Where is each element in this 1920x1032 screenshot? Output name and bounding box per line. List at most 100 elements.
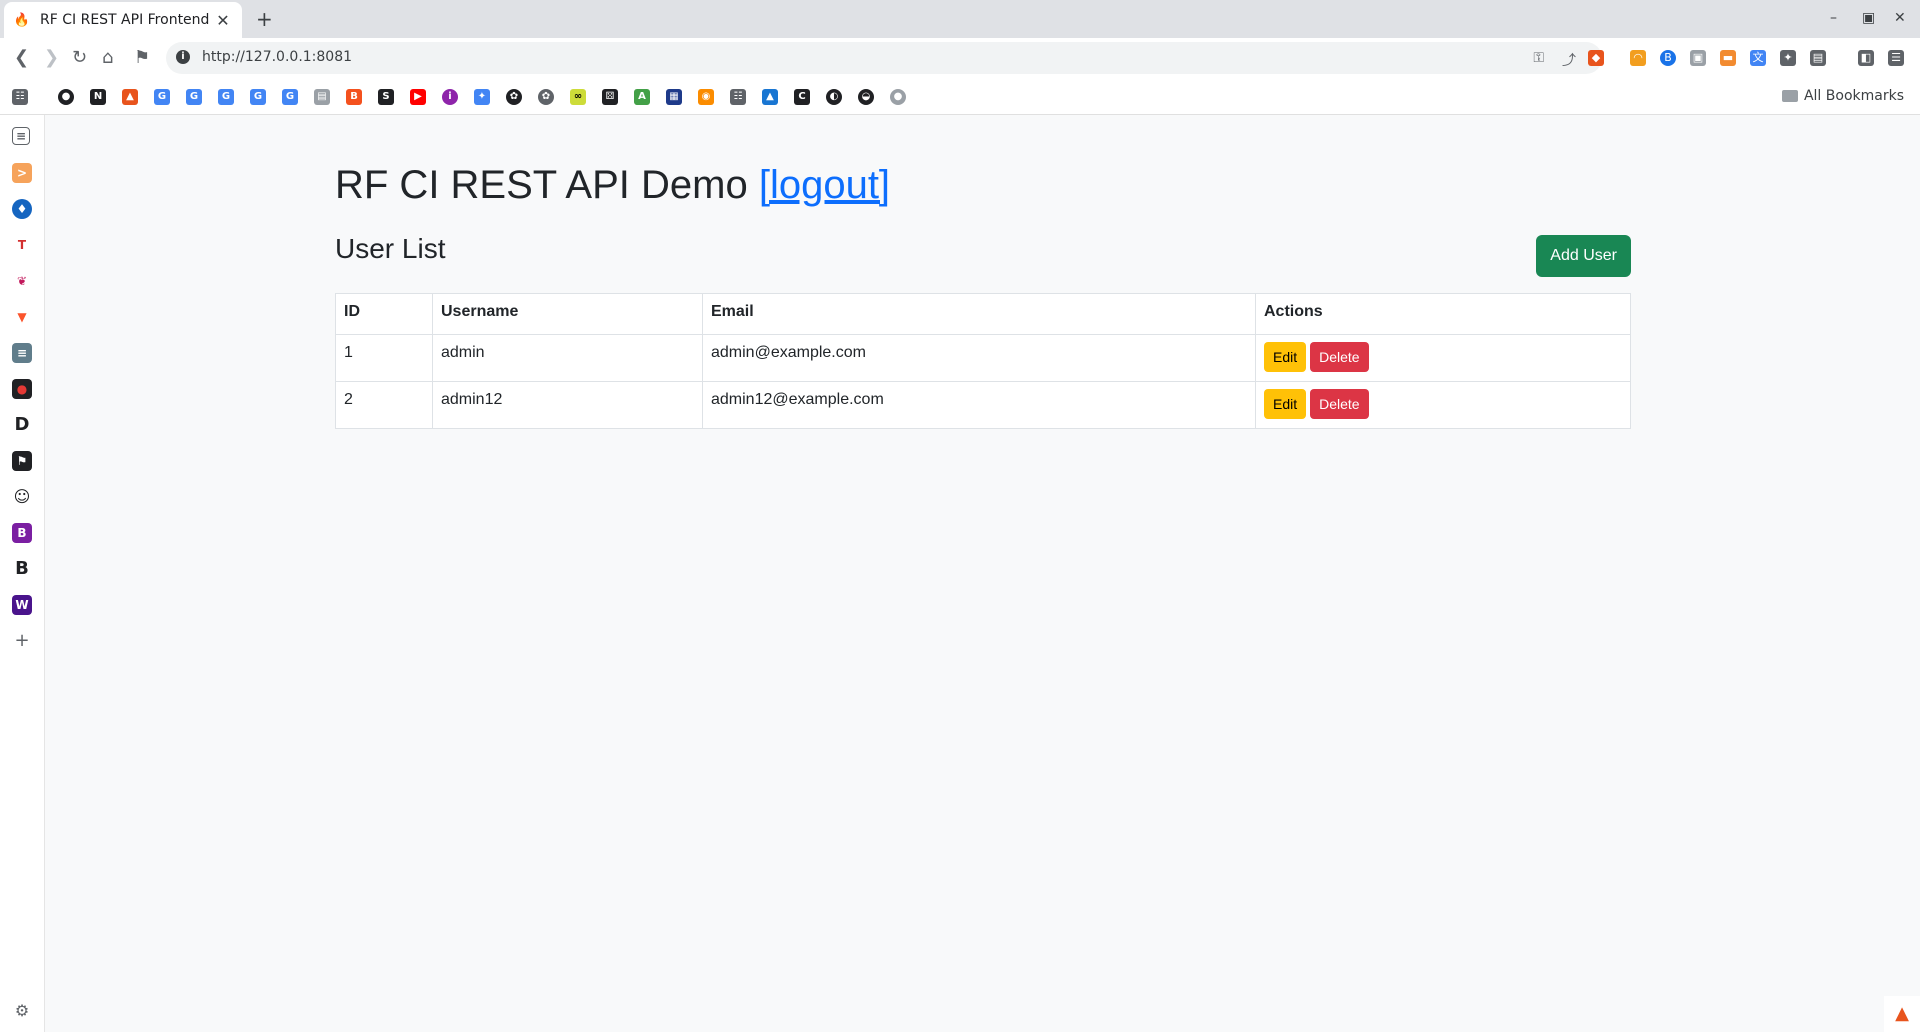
close-tab-icon[interactable]: ✕ — [214, 11, 232, 30]
bookmark-circle-icon[interactable]: ◐ — [826, 89, 842, 105]
cell-id: 2 — [335, 381, 433, 429]
bookmark-android-icon[interactable]: A — [634, 89, 650, 105]
cell-email: admin12@example.com — [702, 381, 1256, 429]
share-icon[interactable]: ⤴ — [1562, 50, 1576, 70]
sidebar-b-icon[interactable]: B — [12, 559, 32, 579]
key-icon[interactable]: ⚿ — [1533, 50, 1544, 66]
bookmark-gemini-icon[interactable]: ✦ — [474, 89, 490, 105]
cell-email: admin@example.com — [702, 334, 1256, 382]
side-panel: ≡ > ♦ T ❦ ▼ ≡ ● D ⚑ ☺ B B W + ⚙ — [0, 115, 45, 1032]
home-icon[interactable]: ⌂ — [102, 48, 113, 68]
bookmark-openai-icon[interactable]: ✿ — [506, 89, 522, 105]
bookmark-google-icon[interactable]: G — [218, 89, 234, 105]
b-extension-icon[interactable]: B — [1660, 50, 1676, 66]
bookmark-doc-icon[interactable]: ▤ — [314, 89, 330, 105]
bookmark-grid-icon[interactable]: ☷ — [730, 89, 746, 105]
menu-icon[interactable]: ☰ — [1888, 50, 1904, 66]
browser-tab-active[interactable]: 🔥 RF CI REST API Frontend ✕ — [4, 2, 242, 38]
page-title: RF CI REST API Demo [logout] — [335, 163, 890, 208]
reading-list-icon[interactable]: ≡ — [12, 127, 30, 145]
bookmark-notion-icon[interactable]: N — [90, 89, 106, 105]
sidebar-dark-icon[interactable]: ⚑ — [12, 451, 32, 471]
bookmark-youtube-icon[interactable]: ▶ — [410, 89, 426, 105]
bookmark-google-icon[interactable]: G — [250, 89, 266, 105]
sidebar-t-icon[interactable]: T — [12, 235, 32, 255]
address-bar[interactable]: i http://127.0.0.1:8081 ⚿ ⤴ — [166, 42, 1602, 74]
bookmarks-bar: ☷ ● N ▲ G G G G G ▤ B S ▶ i ✦ ✿ ✿ ∞ ⚄ A … — [0, 80, 1920, 115]
brave-icon[interactable]: ▼ — [12, 307, 32, 327]
bookmark-sm-icon[interactable]: S — [378, 89, 394, 105]
column-header-email: Email — [702, 293, 1256, 335]
bookmark-google-icon[interactable]: G — [282, 89, 298, 105]
folder-icon — [1781, 90, 1798, 102]
sidebar-w-icon[interactable]: W — [12, 595, 32, 615]
terminal-icon[interactable]: > — [12, 163, 32, 183]
stack-icon[interactable]: ≡ — [12, 343, 32, 363]
brave-shield-icon[interactable]: ◆ — [1588, 50, 1604, 66]
site-info-icon[interactable]: i — [176, 50, 190, 64]
translate-icon[interactable]: 文 — [1750, 50, 1766, 66]
bookmark-grey-icon[interactable]: ● — [890, 89, 906, 105]
delete-button[interactable]: Delete — [1310, 389, 1369, 419]
extensions-icon[interactable]: ✦ — [1780, 50, 1796, 66]
penguin-icon[interactable]: ☺ — [12, 487, 32, 507]
bookmark-google-icon[interactable]: G — [154, 89, 170, 105]
add-panel-icon[interactable]: + — [12, 631, 32, 651]
new-tab-button[interactable]: + — [256, 8, 273, 30]
sidebar-d-icon[interactable]: D — [12, 415, 32, 435]
sidebar-toggle-icon[interactable]: ◧ — [1858, 50, 1874, 66]
apps-grid-icon[interactable]: ☷ — [12, 89, 28, 105]
orange-extension-icon[interactable]: ▬ — [1720, 50, 1736, 66]
minimize-icon[interactable]: – — [1830, 10, 1837, 26]
bookmark-icon[interactable]: ⚑ — [134, 48, 150, 68]
bookmark-b-icon[interactable]: B — [346, 89, 362, 105]
cell-id: 1 — [335, 334, 433, 382]
column-header-username: Username — [432, 293, 703, 335]
logout-link[interactable]: [logout] — [759, 163, 890, 207]
section-title: User List — [335, 233, 446, 264]
tab-title: RF CI REST API Frontend — [40, 12, 210, 28]
table-header-row: ID Username Email Actions — [335, 293, 1631, 335]
delete-button[interactable]: Delete — [1310, 342, 1369, 372]
bookmark-google-icon[interactable]: G — [186, 89, 202, 105]
cell-actions: Edit Delete — [1255, 381, 1631, 429]
bookmark-green-icon[interactable]: ∞ — [570, 89, 586, 105]
bookmark-purple-icon[interactable]: i — [442, 89, 458, 105]
bookmark-globe-icon[interactable]: ● — [58, 89, 74, 105]
back-icon[interactable]: ❮ — [14, 48, 29, 68]
browser-toolbar: ❮ ❯ ↻ ⌂ ⚑ i http://127.0.0.1:8081 ⚿ ⤴ ◆ … — [0, 38, 1920, 80]
settings-gear-icon[interactable]: ⚙ — [12, 1001, 32, 1021]
tab-strip: 🔥 RF CI REST API Frontend ✕ + – ▣ ✕ — [0, 0, 1920, 38]
bookmark-flame-icon[interactable]: ▲ — [122, 89, 138, 105]
bookmark-chatgpt-icon[interactable]: ✿ — [538, 89, 554, 105]
table-row: 1 admin admin@example.com Edit Delete — [335, 334, 1631, 382]
bookmark-blue-icon[interactable]: ▦ — [666, 89, 682, 105]
raspberry-icon[interactable]: ❦ — [12, 271, 32, 291]
bookmark-orange-icon[interactable]: ◉ — [698, 89, 714, 105]
edit-button[interactable]: Edit — [1264, 342, 1307, 372]
url-text[interactable]: http://127.0.0.1:8081 — [202, 49, 352, 65]
bookmark-half-icon[interactable]: ◒ — [858, 89, 874, 105]
wallet-icon[interactable]: ▤ — [1810, 50, 1826, 66]
close-window-icon[interactable]: ✕ — [1894, 10, 1906, 26]
all-bookmarks[interactable]: All Bookmarks — [1781, 88, 1904, 104]
rss-icon[interactable]: ◠ — [1630, 50, 1646, 66]
camera-icon[interactable]: ▣ — [1690, 50, 1706, 66]
maximize-icon[interactable]: ▣ — [1862, 10, 1875, 26]
reload-icon[interactable]: ↻ — [72, 48, 87, 68]
bookmark-c-icon[interactable]: C — [794, 89, 810, 105]
bookmark-dice-icon[interactable]: ⚄ — [602, 89, 618, 105]
cell-username: admin — [432, 334, 703, 382]
forward-icon[interactable]: ❯ — [44, 48, 59, 68]
column-header-actions: Actions — [1255, 293, 1631, 335]
column-header-id: ID — [335, 293, 433, 335]
bootstrap-icon[interactable]: B — [12, 523, 32, 543]
users-table: ID Username Email Actions 1 admin admin@… — [335, 293, 1631, 429]
dark-app-icon[interactable]: ● — [12, 379, 32, 399]
sidebar-blue-icon[interactable]: ♦ — [12, 199, 32, 219]
flame-corner-icon[interactable]: ▲ — [1884, 996, 1920, 1032]
bookmark-chart-icon[interactable]: ▲ — [762, 89, 778, 105]
edit-button[interactable]: Edit — [1264, 389, 1307, 419]
add-user-button[interactable]: Add User — [1536, 235, 1631, 277]
page-title-text: RF CI REST API Demo — [335, 163, 748, 207]
